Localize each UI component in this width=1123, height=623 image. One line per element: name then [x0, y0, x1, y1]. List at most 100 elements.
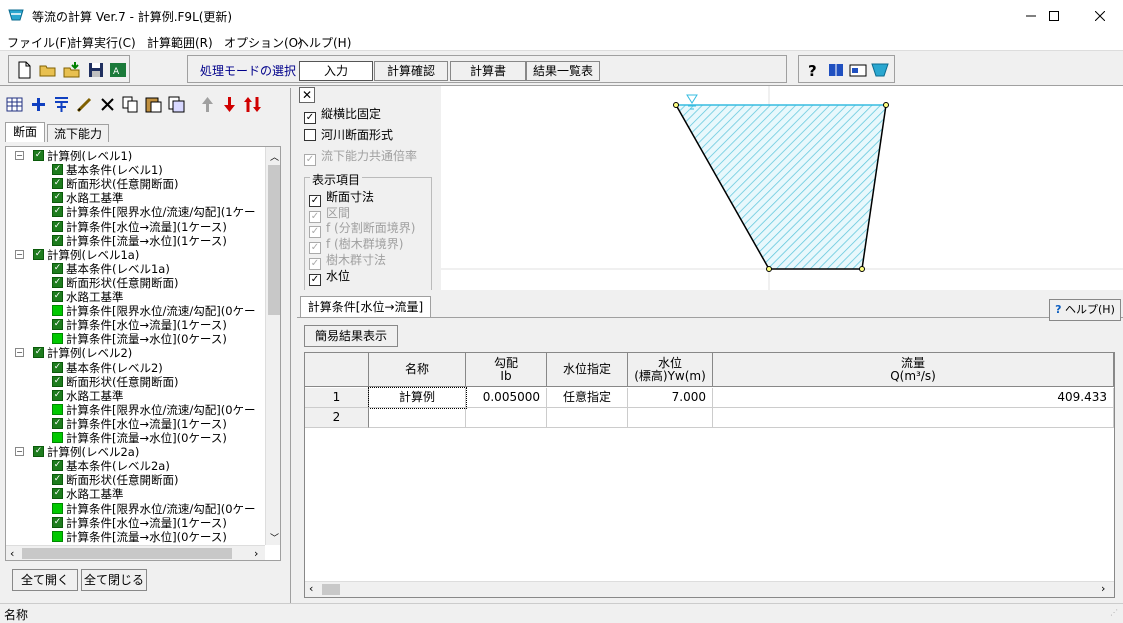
node-check-icon[interactable]: ✓	[52, 516, 63, 528]
tree-node-item[interactable]: ✓ 計算条件[水位→流量](1ケース)	[6, 516, 264, 530]
close-options-icon[interactable]: ✕	[299, 87, 315, 103]
node-check-icon[interactable]: ✓	[52, 488, 63, 500]
collapse-toggle-icon[interactable]: −	[15, 348, 24, 358]
node-check-icon[interactable]	[52, 305, 63, 317]
menu-file[interactable]: ファイル(F)	[7, 34, 71, 51]
tree-node-item[interactable]: ✓ 計算条件[流量→水位](1ケース)	[6, 234, 264, 248]
grid-cell-slope[interactable]	[466, 408, 547, 428]
grid-scroll-right-icon[interactable]: ›	[1101, 582, 1105, 595]
column-header[interactable]: 水位 (標高)Yw(m)	[628, 353, 713, 387]
node-check-icon[interactable]: ✓	[52, 164, 63, 176]
tree-node-item[interactable]: ✓ 計算条件[水位→流量](1ケース)	[6, 220, 264, 234]
hscroll-thumb[interactable]	[22, 548, 232, 559]
insert-icon[interactable]	[52, 95, 71, 114]
product-icon[interactable]	[871, 61, 889, 79]
scroll-down-icon[interactable]: ﹀	[270, 531, 279, 544]
tree-node-item[interactable]: ✓ 計算条件[限界水位/流速/勾配](1ケー	[6, 205, 264, 219]
node-check-icon[interactable]: ✓	[52, 417, 63, 429]
add-icon[interactable]	[29, 95, 48, 114]
node-check-icon[interactable]: ✓	[52, 234, 63, 246]
maximize-button[interactable]	[1031, 0, 1077, 31]
edit-pencil-icon[interactable]	[75, 95, 94, 114]
tree-horizontal-scrollbar[interactable]: ‹ ›	[6, 545, 265, 560]
tree-node-item[interactable]: ✓ 断面形状(任意開断面)	[6, 473, 264, 487]
node-check-icon[interactable]: ✓	[52, 375, 63, 387]
collapse-all-button[interactable]: 全て閉じる	[81, 569, 147, 591]
manual-icon[interactable]	[827, 61, 845, 79]
tree-node-item[interactable]: ✓ 水路工基準	[6, 191, 264, 205]
node-check-icon[interactable]	[52, 432, 63, 443]
column-header[interactable]: 流量 Q(m³/s)	[713, 353, 1114, 387]
node-check-icon[interactable]: ✓	[33, 150, 44, 161]
river-section-checkbox[interactable]: 河川断面形式	[304, 127, 393, 143]
node-check-icon[interactable]: ✓	[52, 460, 63, 472]
tab-section[interactable]: 断面	[5, 122, 45, 142]
grid-cell-q[interactable]	[713, 408, 1114, 428]
tab-wl-to-q[interactable]: 計算条件[水位→流量]	[300, 296, 431, 317]
copy-icon[interactable]	[121, 95, 140, 114]
menu-calc-range[interactable]: 計算範囲(R)	[147, 34, 213, 51]
tree-node-item[interactable]: ✓ 水路工基準	[6, 487, 264, 501]
node-check-icon[interactable]: ✓	[52, 206, 63, 218]
tree-node-item[interactable]: ✓ 断面形状(任意開断面)	[6, 276, 264, 290]
expand-all-button[interactable]: 全て開く	[12, 569, 78, 591]
tree-node-item[interactable]: ✓ 計算条件[水位→流量](1ケース)	[6, 318, 264, 332]
node-check-icon[interactable]	[52, 403, 63, 415]
tree-node-item[interactable]: 計算条件[流量→水位](0ケース)	[6, 431, 264, 445]
tree-node-item[interactable]: 計算条件[流量→水位](0ケース)	[6, 332, 264, 346]
tree-node-item[interactable]: ✓ 基本条件(レベル2)	[6, 361, 264, 375]
mode-check-button[interactable]: 計算確認	[374, 61, 448, 81]
scroll-thumb[interactable]	[268, 165, 280, 315]
collapse-toggle-icon[interactable]: −	[15, 249, 24, 259]
tree-node-item[interactable]: 計算条件[限界水位/流速/勾配](0ケー	[6, 502, 264, 516]
menu-help[interactable]: ヘルプ(H)	[297, 34, 351, 51]
grid-cell-msg[interactable]: レベル1として計算済み	[1114, 388, 1115, 408]
row-number[interactable]: 2	[305, 408, 369, 428]
node-check-icon[interactable]: ✓	[52, 361, 63, 373]
node-check-icon[interactable]: ✓	[33, 347, 44, 359]
collapse-toggle-icon[interactable]: −	[15, 151, 24, 160]
display-item-checkbox[interactable]: ✓ 水位	[309, 268, 350, 286]
node-check-icon[interactable]: ✓	[52, 178, 63, 190]
tree-node-item[interactable]: 計算条件[流量→水位](0ケース)	[6, 530, 264, 544]
delete-icon[interactable]	[98, 95, 117, 114]
column-header[interactable]: 水位指定	[547, 353, 628, 387]
column-header[interactable]: 名称	[369, 353, 466, 387]
mode-input-button[interactable]: 入力	[299, 61, 373, 81]
aspect-fixed-checkbox[interactable]: ✓ 縦横比固定	[304, 106, 381, 124]
new-file-icon[interactable]	[15, 61, 33, 79]
tree-node-item[interactable]: ✓ 断面形状(任意開断面)	[6, 375, 264, 389]
condition-grid[interactable]: 名称勾配Ib水位指定水位(標高)Yw(m)流量Q(m³/s)メッセージ 1計算例…	[304, 352, 1115, 598]
tree-node-item[interactable]: ✓ 基本条件(レベル2a)	[6, 459, 264, 473]
tree-node-case[interactable]: − ✓ 計算例(レベル2)	[6, 346, 264, 360]
node-check-icon[interactable]	[52, 530, 63, 542]
node-check-icon[interactable]	[52, 333, 63, 345]
paste-icon[interactable]	[144, 95, 163, 114]
mode-results-button[interactable]: 結果一覧表	[526, 61, 600, 81]
tree-node-item[interactable]: 計算条件[限界水位/流速/勾配](0ケー	[6, 304, 264, 318]
tree-node-item[interactable]: ✓ 基本条件(レベル1a)	[6, 262, 264, 276]
tree-node-item[interactable]: ✓ 水路工基準	[6, 290, 264, 304]
grid-horizontal-scrollbar[interactable]: ‹ ›	[305, 581, 1114, 597]
swap-icon[interactable]	[243, 95, 262, 114]
grid-cell-wl-spec[interactable]	[547, 408, 628, 428]
tree-node-case[interactable]: − ✓ 計算例(レベル2a)	[6, 445, 264, 459]
scroll-right-icon[interactable]: ›	[254, 547, 258, 560]
node-check-icon[interactable]: ✓	[33, 446, 44, 458]
display-item-checkbox[interactable]: ✓ 断面寸法	[309, 189, 374, 207]
import-icon[interactable]	[63, 61, 81, 79]
scroll-up-icon[interactable]: ︿	[270, 150, 279, 163]
node-check-icon[interactable]: ✓	[52, 319, 63, 331]
info-icon[interactable]	[849, 61, 867, 79]
node-check-icon[interactable]: ✓	[52, 389, 63, 401]
tree-node-item[interactable]: ✓ 基本条件(レベル1)	[6, 163, 264, 177]
menu-options[interactable]: オプション(O)	[224, 34, 303, 51]
column-header[interactable]: メッセージ	[1114, 353, 1115, 387]
section-tree[interactable]: − ✓ 計算例(レベル1) ✓ 基本条件(レベル1) ✓ 断面形状(任意開断面) ✓ 水路工基準…	[5, 146, 281, 561]
row-number[interactable]: 1	[305, 388, 369, 408]
help-question-icon[interactable]: ?	[805, 61, 823, 79]
simple-result-button[interactable]: 簡易結果表示	[304, 325, 398, 347]
grid-cell-wl[interactable]	[628, 408, 713, 428]
menu-calc-run[interactable]: 計算実行(C)	[70, 34, 136, 51]
collapse-toggle-icon[interactable]: −	[15, 447, 24, 457]
